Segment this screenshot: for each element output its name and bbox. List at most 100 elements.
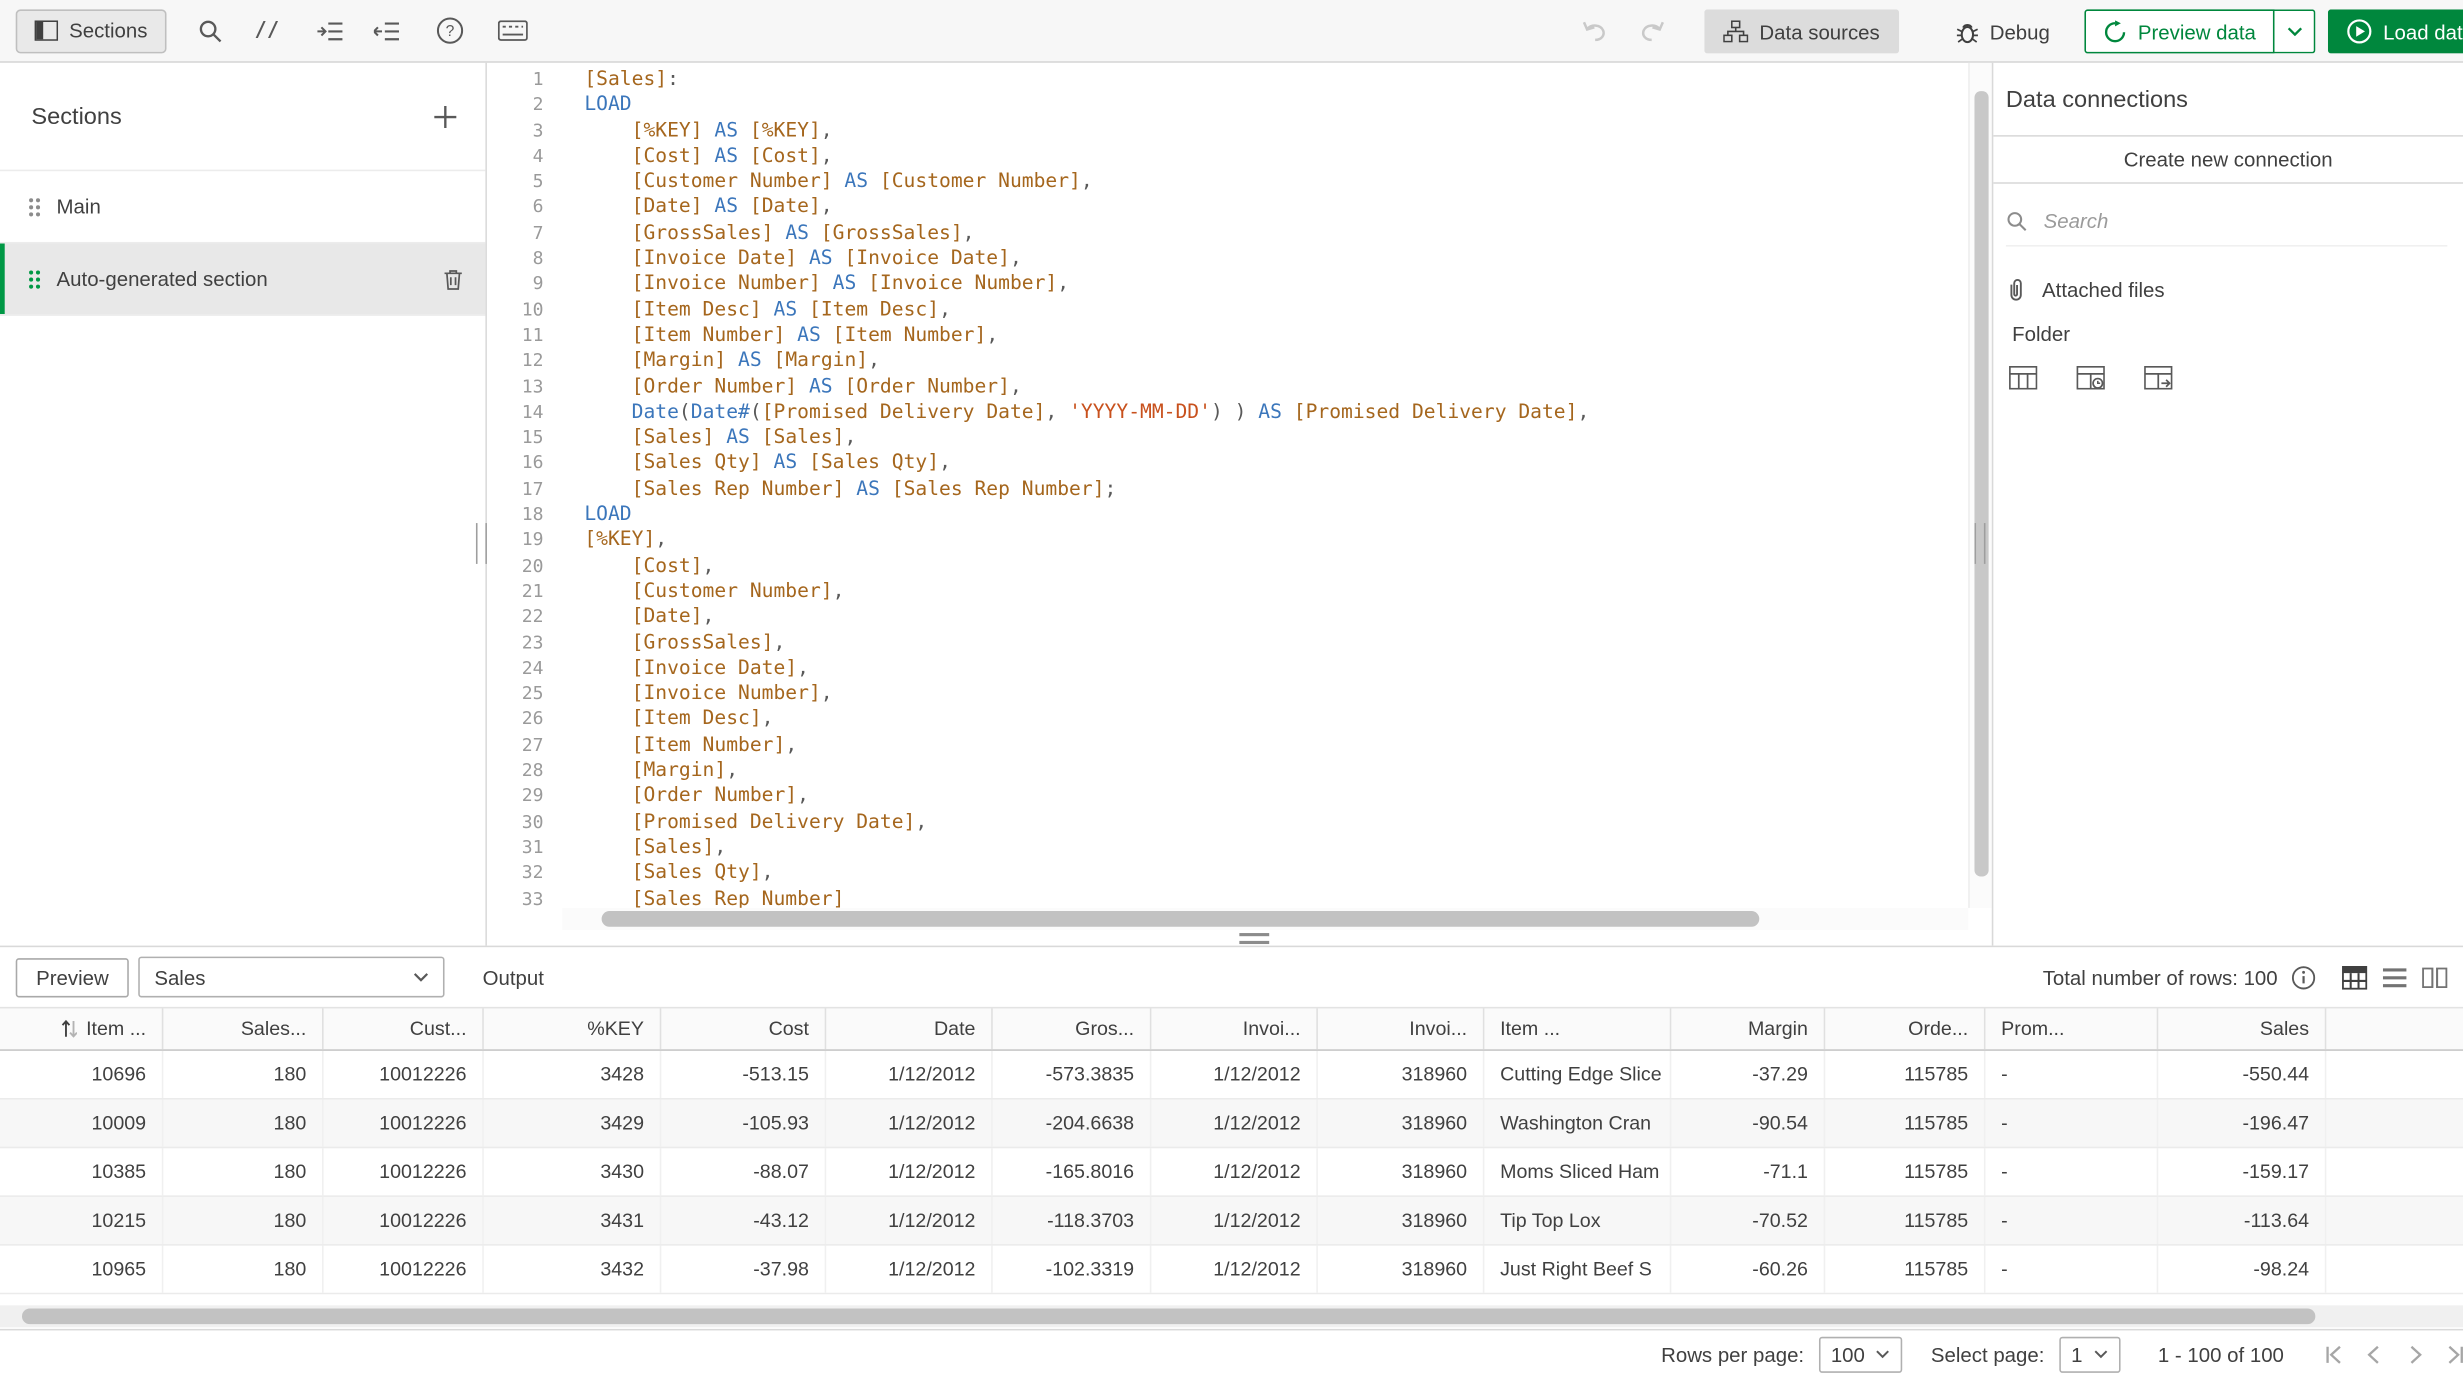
load-data-button[interactable]: Load data xyxy=(2328,9,2463,54)
sidebar-resize-handle[interactable] xyxy=(475,523,487,564)
data-load-editor-window: Sections // ? Data sources Debug Preview… xyxy=(0,0,2463,1378)
output-tab-button[interactable]: Output xyxy=(483,965,544,989)
table-cell: 115785 xyxy=(1825,1148,1986,1196)
table-cell: -71.1 xyxy=(1671,1148,1826,1196)
column-header[interactable]: Margin xyxy=(1671,1008,1826,1050)
table-view-button[interactable] xyxy=(2342,965,2368,989)
column-header[interactable]: Gros... xyxy=(993,1008,1152,1050)
table-cell: 1/12/2012 xyxy=(826,1050,993,1098)
script-code-area[interactable]: 1 [Sales]: 2 LOAD 3 [%KEY] AS [%KEY], 4 [Cost… xyxy=(487,63,1968,908)
preview-table-body: 10696 180 10012226 3428 -513.15 1/12/2012 -573… xyxy=(0,1050,2463,1295)
drag-handle-icon[interactable] xyxy=(28,197,41,216)
keyboard-shortcuts-button[interactable] xyxy=(491,9,535,53)
horizontal-scroll-thumb[interactable] xyxy=(601,911,1760,927)
chevron-down-icon xyxy=(2287,27,2302,37)
list-view-button[interactable] xyxy=(2382,967,2407,987)
line-number: 15 xyxy=(521,425,544,448)
vertical-scroll-thumb[interactable] xyxy=(1974,91,1989,877)
code-line: 20 [Cost], xyxy=(487,552,1968,578)
preview-data-dropdown-button[interactable] xyxy=(2274,9,2316,54)
column-header[interactable]: Date xyxy=(826,1008,993,1050)
sidebar-item-main[interactable]: Main xyxy=(0,171,486,244)
line-number: 27 xyxy=(521,733,544,756)
column-header[interactable]: Prom... xyxy=(1985,1008,2159,1050)
column-header[interactable]: Cost xyxy=(661,1008,827,1050)
data-file-icon-2[interactable] xyxy=(2076,365,2105,390)
editor-vertical-scrollbar[interactable] xyxy=(1968,62,1992,908)
first-page-button[interactable] xyxy=(2312,1337,2353,1372)
pagination-bar: Rows per page: 100 Select page: 1 1 - 10… xyxy=(0,1328,2463,1378)
column-header[interactable]: %KEY xyxy=(484,1008,662,1050)
line-number: 4 xyxy=(532,144,544,167)
select-page-select[interactable]: 1 xyxy=(2058,1335,2121,1373)
line-number: 2 xyxy=(532,93,544,116)
column-header[interactable]: Invoi... xyxy=(1318,1008,1485,1050)
create-new-connection-button[interactable]: Create new connection xyxy=(1993,135,2463,184)
indent-button[interactable] xyxy=(309,9,353,53)
bug-icon xyxy=(1955,20,1979,44)
table-cell: Washington Cran xyxy=(1484,1099,1672,1147)
card-view-button[interactable] xyxy=(2422,966,2448,988)
svg-text:?: ? xyxy=(446,23,455,40)
next-page-button[interactable] xyxy=(2394,1337,2435,1372)
keyboard-icon xyxy=(498,20,529,41)
table-cell: 115785 xyxy=(1825,1099,1986,1147)
preview-horizontal-scrollbar[interactable] xyxy=(0,1305,2463,1328)
code-line: 25 [Invoice Number], xyxy=(487,680,1968,706)
table-cell: 318960 xyxy=(1318,1196,1485,1245)
rows-per-page-select[interactable]: 100 xyxy=(1818,1335,1903,1373)
table-row: 10009 180 10012226 3429 -105.93 1/12/2012 -204… xyxy=(0,1099,2463,1149)
outdent-button[interactable] xyxy=(366,9,410,53)
preview-data-button[interactable]: Preview data xyxy=(2084,9,2275,54)
table-select[interactable]: Sales xyxy=(138,956,445,998)
chevron-down-icon xyxy=(414,973,429,982)
connections-panel-resize-handle[interactable] xyxy=(1974,523,1986,564)
column-header-label: Date xyxy=(933,1017,976,1040)
preview-tab-button[interactable]: Preview xyxy=(15,957,130,997)
help-button[interactable]: ? xyxy=(429,9,473,53)
script-editor[interactable]: 1 [Sales]: 2 LOAD 3 [%KEY] AS [%KEY], 4 [Cost… xyxy=(486,62,1992,946)
drag-handle-icon[interactable] xyxy=(28,269,41,288)
delete-section-button[interactable] xyxy=(443,268,463,290)
attached-files-group[interactable]: Attached files xyxy=(2006,278,2451,302)
comment-toggle-button[interactable]: // xyxy=(245,9,289,53)
code-line: 6 [Date] AS [Date], xyxy=(487,194,1968,220)
column-header-label: Cost xyxy=(768,1017,809,1040)
table-cell xyxy=(2326,1100,2463,1147)
section-item-label: Main xyxy=(56,194,101,219)
column-header[interactable]: Invoi... xyxy=(1151,1008,1318,1050)
debug-button[interactable]: Debug xyxy=(1936,9,2068,53)
undo-button[interactable] xyxy=(1573,9,1617,53)
connections-search-input[interactable] xyxy=(2043,208,2358,233)
line-number: 29 xyxy=(521,784,544,807)
table-cell: 115785 xyxy=(1825,1245,1986,1293)
preview-scroll-thumb[interactable] xyxy=(21,1308,2316,1325)
table-cell: 180 xyxy=(163,1099,324,1147)
column-header[interactable]: Item ... xyxy=(0,1008,164,1050)
sidebar-item-auto-generated-section[interactable]: Auto-generated section xyxy=(0,243,486,316)
preview-panel-resize-handle[interactable] xyxy=(1239,933,1270,945)
last-page-button[interactable] xyxy=(2435,1337,2463,1372)
data-sources-button[interactable]: Data sources xyxy=(1704,9,1899,54)
column-header[interactable]: Sales... xyxy=(2326,1008,2463,1049)
redo-button[interactable] xyxy=(1629,9,1673,53)
column-header-label: %KEY xyxy=(587,1017,645,1040)
column-header[interactable]: Item ... xyxy=(1484,1008,1672,1050)
column-header[interactable]: Sales xyxy=(2158,1008,2327,1050)
column-header[interactable]: Orde... xyxy=(1825,1008,1986,1050)
data-file-icon-1[interactable] xyxy=(2009,365,2038,390)
code-line: 8 [Invoice Date] AS [Invoice Date], xyxy=(487,245,1968,271)
column-header[interactable]: Cust... xyxy=(324,1008,484,1050)
line-number: 17 xyxy=(521,477,544,500)
card-view-icon xyxy=(2422,966,2448,988)
line-number: 23 xyxy=(521,630,544,653)
editor-horizontal-scrollbar[interactable] xyxy=(562,907,1969,930)
sections-toggle-button[interactable]: Sections xyxy=(15,8,167,53)
column-header[interactable]: Sales... xyxy=(163,1008,324,1050)
add-section-button[interactable] xyxy=(434,104,458,128)
info-icon[interactable] xyxy=(2291,965,2316,989)
data-file-icon-3[interactable] xyxy=(2144,365,2173,390)
previous-page-button[interactable] xyxy=(2353,1337,2394,1372)
pager-buttons xyxy=(2312,1337,2463,1372)
search-script-button[interactable] xyxy=(188,9,232,53)
